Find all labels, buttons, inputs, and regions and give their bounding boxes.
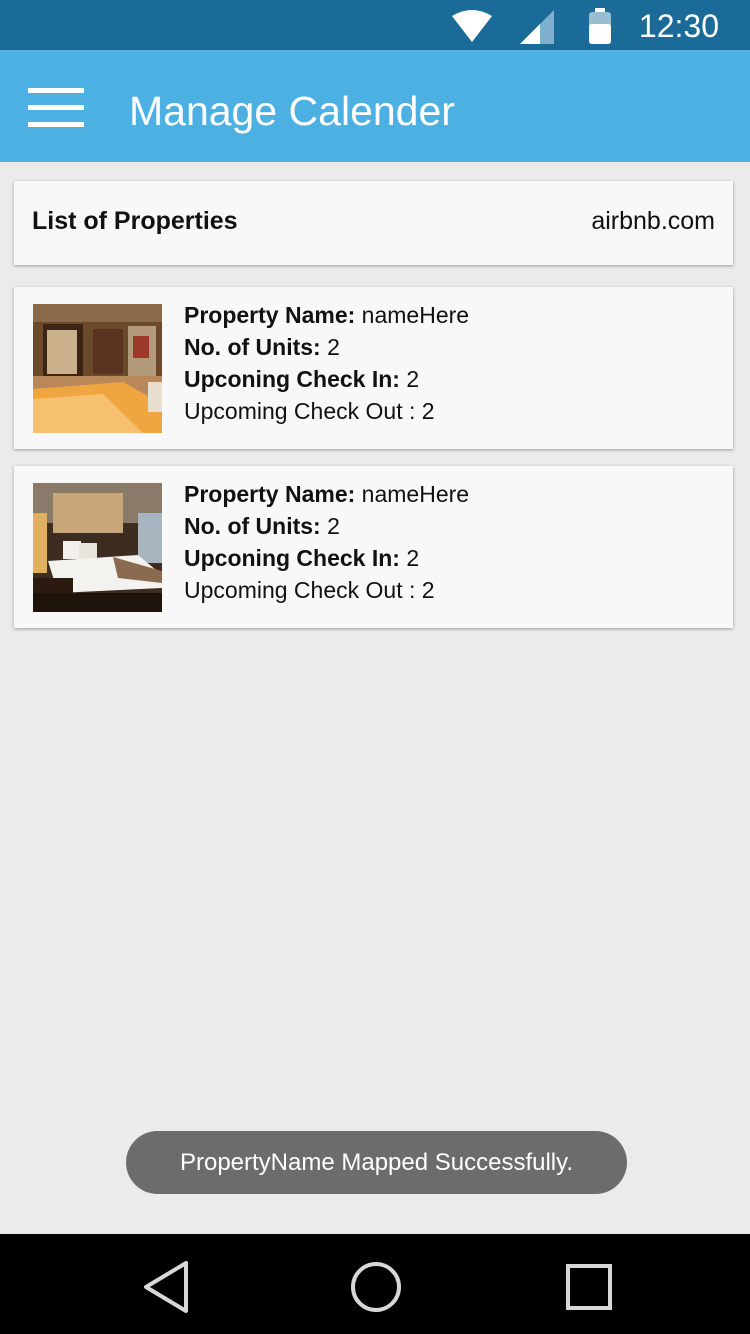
- battery-icon: [589, 8, 611, 44]
- units-row: No. of Units: 2: [184, 513, 340, 539]
- units-row: No. of Units: 2: [184, 334, 340, 360]
- property-name-value: nameHere: [361, 302, 470, 328]
- property-name-value: nameHere: [361, 481, 470, 507]
- status-bar: 12:30: [0, 0, 750, 50]
- page-title: Manage Calender: [129, 88, 455, 134]
- list-header-card: List of Properties airbnb.com: [14, 181, 733, 265]
- units-value: 2: [327, 513, 340, 539]
- check-in-value: 2: [406, 366, 420, 392]
- property-card[interactable]: Property Name: nameHere No. of Units: 2 …: [14, 466, 733, 628]
- check-out-value: : 2: [408, 398, 435, 424]
- hotel-room-photo: [33, 483, 162, 612]
- property-name-row: Property Name: nameHere: [184, 481, 470, 507]
- status-time: 12:30: [638, 8, 719, 44]
- check-out-row: Upcoming Check Out : 2: [184, 398, 435, 424]
- check-in-row: Upconing Check In: 2: [184, 545, 420, 571]
- navigation-bar: [0, 1234, 750, 1334]
- property-details: Property Name: nameHere No. of Units: 2 …: [184, 299, 469, 427]
- property-card[interactable]: Property Name: nameHere No. of Units: 2 …: [14, 287, 733, 449]
- list-title: List of Properties: [32, 207, 238, 235]
- signal-icon: [520, 10, 554, 44]
- back-icon[interactable]: [140, 1259, 196, 1315]
- check-in-value: 2: [406, 545, 420, 571]
- home-icon[interactable]: [348, 1259, 404, 1315]
- hamburger-menu-icon[interactable]: [26, 86, 86, 130]
- app-bar: Manage Calender: [0, 50, 750, 162]
- source-link[interactable]: airbnb.com: [591, 207, 715, 236]
- toast-message: PropertyName Mapped Successfully.: [126, 1131, 627, 1194]
- property-name-row: Property Name: nameHere: [184, 302, 470, 328]
- check-in-row: Upconing Check In: 2: [184, 366, 420, 392]
- property-details: Property Name: nameHere No. of Units: 2 …: [184, 478, 469, 606]
- check-out-row: Upcoming Check Out : 2: [184, 577, 435, 603]
- units-value: 2: [327, 334, 340, 360]
- bedroom-photo: [33, 304, 162, 433]
- check-out-value: : 2: [408, 577, 435, 603]
- wifi-icon: [452, 10, 492, 42]
- recents-icon[interactable]: [561, 1259, 617, 1315]
